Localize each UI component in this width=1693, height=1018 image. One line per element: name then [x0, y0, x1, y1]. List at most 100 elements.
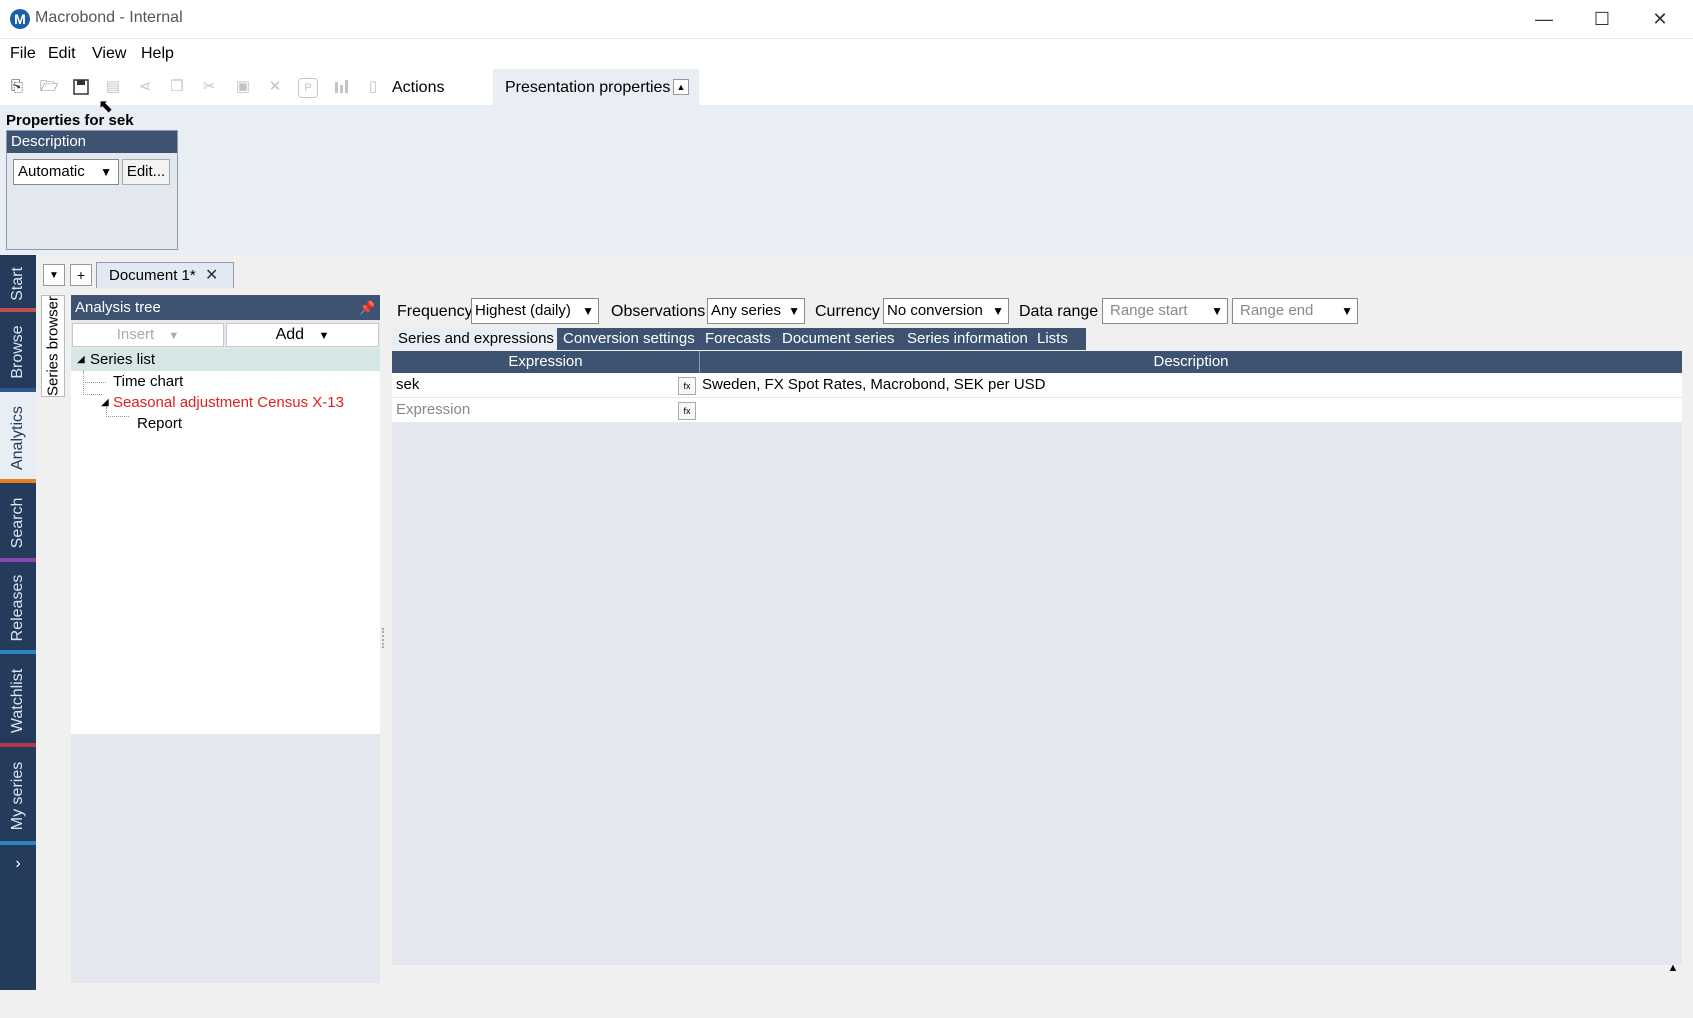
- collapse-up-icon[interactable]: ▲: [673, 79, 689, 95]
- tab-series-and-expressions[interactable]: Series and expressions: [392, 328, 569, 350]
- nav-tab-my-series[interactable]: My series: [0, 747, 36, 845]
- tree-node-series-list[interactable]: ◢ Series list: [71, 349, 380, 371]
- save-icon[interactable]: [72, 78, 90, 96]
- scroll-up-icon[interactable]: ▲: [1665, 962, 1681, 978]
- expression-placeholder[interactable]: Expression: [396, 401, 470, 418]
- nav-tab-label: My series: [9, 761, 26, 831]
- panel-splitter[interactable]: [382, 628, 388, 648]
- delete-icon[interactable]: ✕: [266, 78, 284, 96]
- document-tab-label: Document 1*: [109, 267, 196, 284]
- frequency-select[interactable]: Highest (daily) ▼: [471, 298, 599, 324]
- description-mode-select[interactable]: Automatic ▼: [13, 159, 119, 185]
- new-expression-row[interactable]: Expression fx: [392, 398, 1682, 422]
- tree-node-seasonal-adjustment[interactable]: Seasonal adjustment Census X-13: [113, 394, 344, 411]
- add-label: Add: [275, 326, 305, 343]
- nav-tab-releases[interactable]: Releases: [0, 562, 36, 654]
- currency-value: No conversion: [887, 302, 983, 319]
- maximize-button[interactable]: ☐: [1573, 0, 1631, 38]
- function-button[interactable]: fx: [678, 377, 696, 395]
- close-button[interactable]: ✕: [1631, 0, 1689, 38]
- menu-help[interactable]: Help: [137, 45, 178, 63]
- insert-label: Insert: [116, 326, 155, 343]
- insert-button[interactable]: Insert ▼: [72, 323, 224, 347]
- scrollbar-icon[interactable]: ▯: [364, 78, 382, 96]
- column-header-expression[interactable]: Expression: [392, 351, 700, 373]
- properties-panel: Properties for sek Description Automatic…: [0, 105, 1693, 255]
- mouse-cursor-icon: ⬉: [98, 96, 114, 116]
- range-start-input[interactable]: Range start ▼: [1102, 298, 1228, 324]
- tab-document-series[interactable]: Document series: [776, 328, 912, 350]
- series-editor: Frequency Highest (daily) ▼ Observations…: [391, 295, 1683, 965]
- tree-node-report[interactable]: Report: [137, 415, 182, 432]
- document-tab[interactable]: Document 1* ✕: [96, 262, 234, 288]
- add-button[interactable]: Add ▼: [226, 323, 379, 347]
- series-browser-tab[interactable]: Series browser: [41, 295, 65, 397]
- paste-icon[interactable]: ▣: [234, 78, 252, 96]
- minimize-button[interactable]: —: [1515, 0, 1573, 38]
- menu-file[interactable]: File: [6, 45, 40, 63]
- document-list-dropdown[interactable]: ▼: [43, 264, 65, 286]
- series-browser-label: Series browser: [44, 295, 62, 397]
- pin-icon[interactable]: 📌: [359, 295, 375, 320]
- properties-title: Properties for sek: [6, 112, 134, 129]
- chevron-right-icon[interactable]: ›: [0, 855, 36, 879]
- description-group: Description Automatic ▼ Edit...: [6, 130, 178, 250]
- chevron-down-icon: ▼: [100, 165, 112, 179]
- nav-tab-search[interactable]: Search: [0, 483, 36, 562]
- nav-tab-browse[interactable]: Browse: [0, 312, 36, 392]
- menu-edit[interactable]: Edit: [44, 45, 80, 63]
- tree-connector: [106, 407, 129, 417]
- open-folder-icon[interactable]: 🗁: [40, 78, 59, 96]
- share-icon[interactable]: ⋖: [136, 78, 154, 96]
- range-end-input[interactable]: Range end ▼: [1232, 298, 1358, 324]
- chevron-down-icon[interactable]: ▼: [1211, 299, 1223, 323]
- frequency-value: Highest (daily): [475, 302, 571, 319]
- nav-tab-label: Browse: [9, 325, 26, 379]
- range-end-placeholder: Range end: [1240, 302, 1314, 319]
- currency-select[interactable]: No conversion ▼: [883, 298, 1009, 324]
- nav-tab-label: Watchlist: [9, 668, 26, 733]
- print-icon[interactable]: ▤: [104, 78, 122, 96]
- tab-forecasts[interactable]: Forecasts: [699, 328, 787, 350]
- tab-lists[interactable]: Lists: [1031, 328, 1086, 350]
- toolbar: ⎘ 🗁 ▤ ⋖ ❐ ✂ ▣ ✕ P ▯ Actions Presentation…: [0, 69, 1693, 105]
- series-grid: Expression Description sek fx Sweden, FX…: [392, 351, 1682, 965]
- observations-select[interactable]: Any series ▼: [707, 298, 805, 324]
- chart-icon[interactable]: [332, 78, 350, 96]
- nav-tab-analytics[interactable]: Analytics: [0, 392, 36, 483]
- tab-series-information[interactable]: Series information: [901, 328, 1042, 350]
- chevron-down-icon: ▼: [992, 304, 1004, 318]
- observations-label: Observations: [611, 303, 706, 320]
- menu-view[interactable]: View: [88, 45, 130, 63]
- table-row[interactable]: sek fx Sweden, FX Spot Rates, Macrobond,…: [392, 373, 1682, 397]
- tab-conversion-settings[interactable]: Conversion settings: [557, 328, 710, 350]
- column-header-description[interactable]: Description: [700, 351, 1682, 373]
- presentation-icon[interactable]: P: [298, 78, 318, 98]
- edit-description-button[interactable]: Edit...: [122, 159, 170, 185]
- chevron-down-icon[interactable]: ▼: [1341, 299, 1353, 323]
- analysis-tree-header: Analysis tree: [71, 295, 380, 320]
- new-document-tab-button[interactable]: +: [70, 264, 92, 286]
- grid-header: Expression Description: [392, 351, 1682, 373]
- function-button[interactable]: fx: [678, 402, 696, 420]
- actions-tab[interactable]: Actions: [392, 79, 444, 97]
- copy-icon[interactable]: ❐: [168, 78, 186, 96]
- window-title: Macrobond - Internal: [35, 9, 183, 26]
- chevron-down-icon: ▼: [788, 304, 800, 318]
- expand-triangle-icon[interactable]: ◢: [77, 354, 85, 365]
- nav-tab-start[interactable]: Start: [0, 255, 36, 312]
- nav-tab-label: Start: [9, 266, 26, 301]
- presentation-properties-label: Presentation properties: [505, 79, 671, 96]
- chevron-down-icon: ▼: [582, 304, 594, 318]
- observations-value: Any series: [711, 302, 782, 319]
- description-header: Description: [7, 131, 177, 153]
- range-start-placeholder: Range start: [1110, 302, 1188, 319]
- expression-cell[interactable]: sek: [396, 376, 419, 393]
- presentation-properties-tab[interactable]: Presentation properties ▲: [493, 69, 699, 105]
- tree-node-label: Series list: [90, 351, 156, 368]
- tree-node-time-chart[interactable]: Time chart: [113, 373, 183, 390]
- close-icon[interactable]: ✕: [205, 265, 218, 285]
- cut-icon[interactable]: ✂: [200, 78, 218, 96]
- new-document-icon[interactable]: ⎘: [8, 78, 26, 96]
- nav-tab-watchlist[interactable]: Watchlist: [0, 654, 36, 747]
